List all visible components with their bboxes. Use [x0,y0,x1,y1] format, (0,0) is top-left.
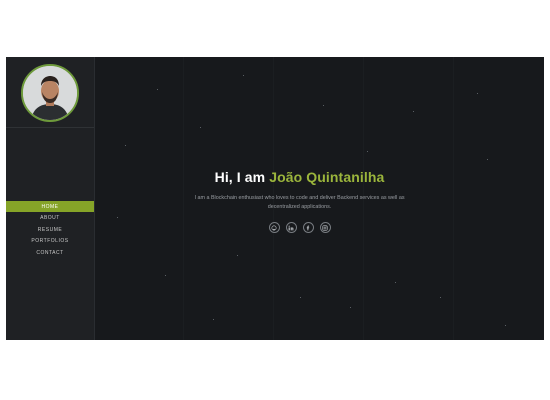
background-star [395,282,396,283]
background-star [165,275,166,276]
nav-item-resume[interactable]: RESUME [6,224,94,235]
profile-photo-icon [23,66,77,120]
background-star [487,159,488,160]
facebook-icon[interactable] [302,222,314,233]
sidebar: HOME ABOUT RESUME PORTFOLIOS CONTACT [6,57,95,340]
background-star [300,297,301,298]
app-window: HOME ABOUT RESUME PORTFOLIOS CONTACT Hi, [6,57,544,340]
nav-item-contact[interactable]: CONTACT [6,247,94,258]
background-star [477,93,478,94]
nav-item-portfolios[interactable]: PORTFOLIOS [6,236,94,247]
instagram-icon[interactable] [319,222,331,233]
hero-description: I am a Blockchain enthusiast who loves t… [194,195,405,210]
main-content: Hi, I am João Quintanilha I am a Blockch… [95,57,544,340]
background-star [237,255,238,256]
social-links [95,222,504,233]
nav-item-about[interactable]: ABOUT [6,213,94,224]
background-star [213,319,214,320]
background-star [413,111,414,112]
background-star [367,151,368,152]
main-nav: HOME ABOUT RESUME PORTFOLIOS CONTACT [6,201,94,259]
avatar [21,64,79,122]
background-star [440,297,441,298]
linkedin-icon[interactable] [285,222,297,233]
background-star [200,127,201,128]
background-star [243,75,244,76]
background-star [505,325,506,326]
avatar-section [6,57,94,128]
nav-item-home[interactable]: HOME [6,201,94,212]
github-icon[interactable] [268,222,280,233]
hero-heading: Hi, I am João Quintanilha [95,169,504,185]
hero-greeting: Hi, I am [214,169,270,185]
background-star [323,105,324,106]
background-star [125,145,126,146]
hero-section: Hi, I am João Quintanilha I am a Blockch… [95,169,504,233]
hero-name: João Quintanilha [269,169,385,185]
background-star [157,89,158,90]
background-star [350,307,351,308]
